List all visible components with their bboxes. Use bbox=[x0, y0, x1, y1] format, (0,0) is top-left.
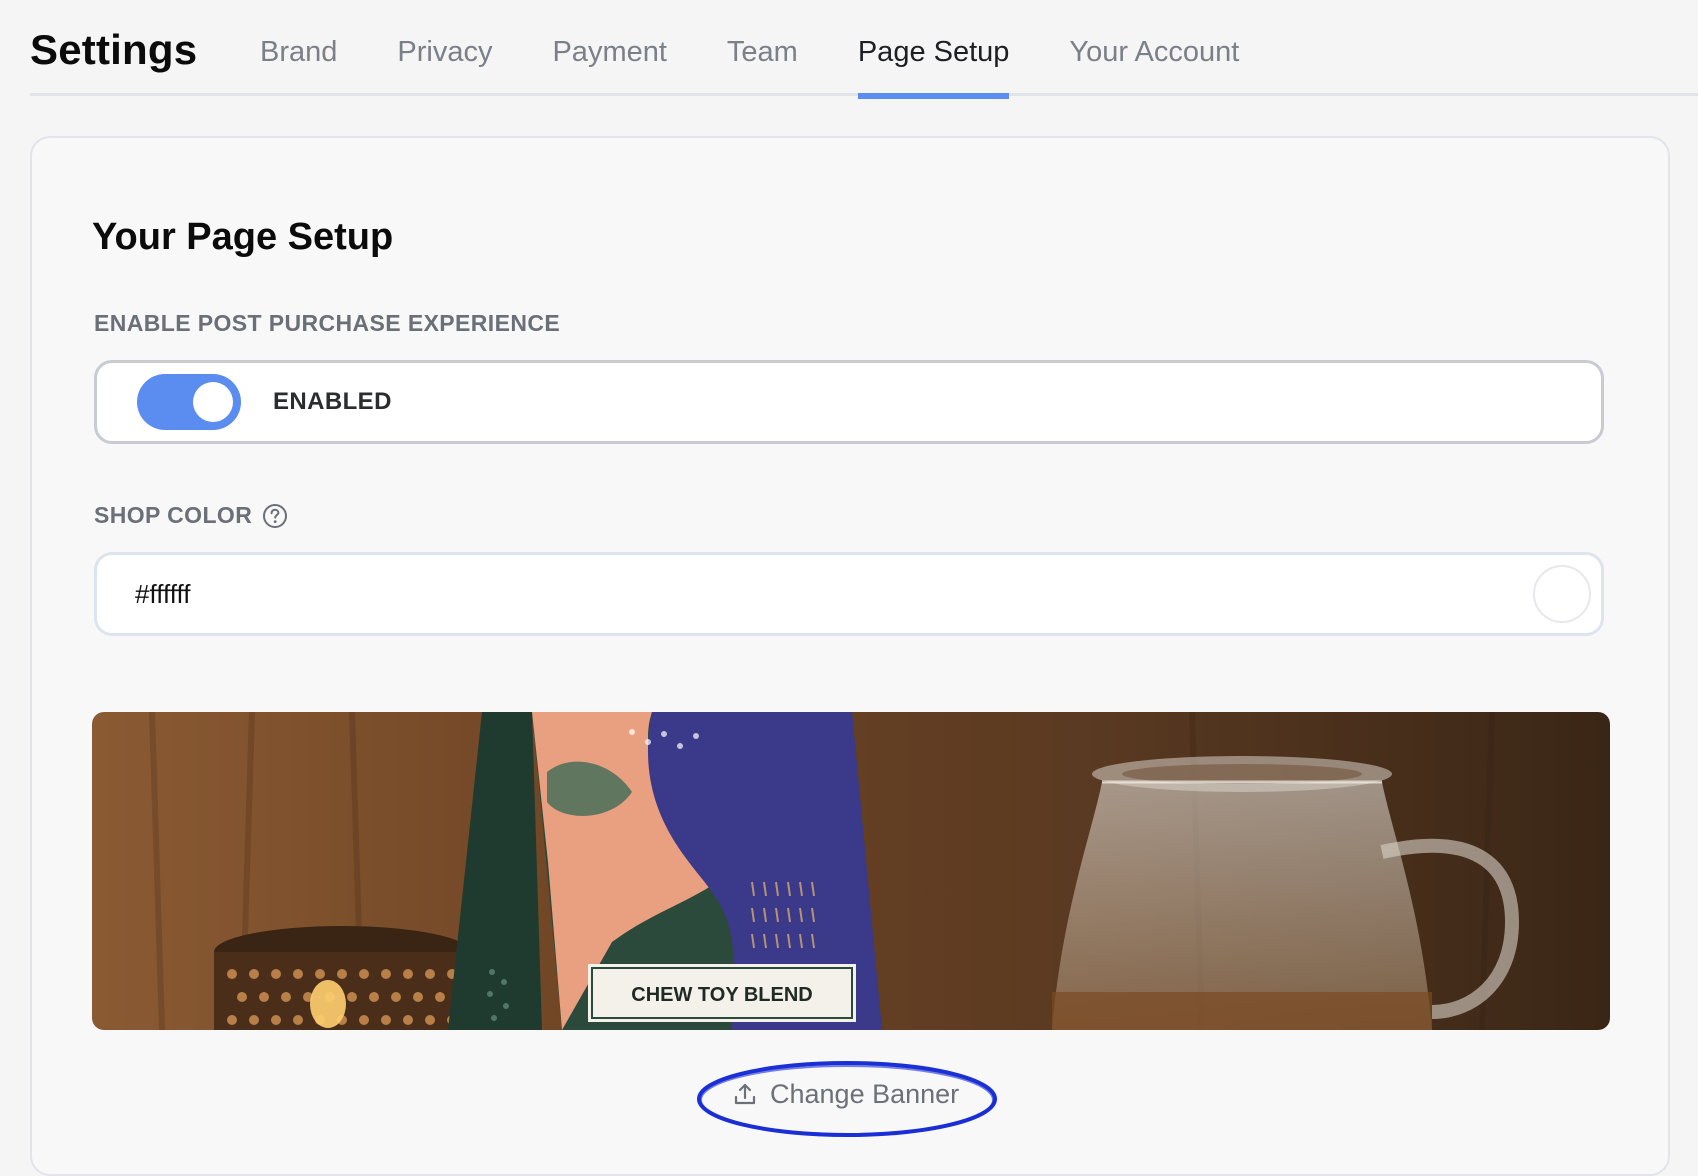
banner-package-label: CHEW TOY BLEND bbox=[631, 984, 813, 1006]
change-banner-button[interactable]: Change Banner bbox=[712, 1054, 979, 1134]
tab-brand[interactable]: Brand bbox=[260, 0, 337, 96]
shop-color-label: SHOP COLOR bbox=[94, 502, 288, 529]
settings-tabs: Brand Privacy Payment Team Page Setup Yo… bbox=[260, 0, 1239, 99]
card-title: Your Page Setup bbox=[92, 216, 394, 258]
shop-color-field bbox=[94, 552, 1604, 636]
page-setup-card: Your Page Setup ENABLE POST PURCHASE EXP… bbox=[30, 136, 1670, 1176]
banner-illustration: CHEW TOY BLEND bbox=[92, 712, 1610, 1030]
page-title: Settings bbox=[30, 26, 198, 73]
question-circle-icon[interactable] bbox=[262, 503, 288, 529]
post-purchase-label: ENABLE POST PURCHASE EXPERIENCE bbox=[94, 310, 560, 337]
settings-header: Settings Brand Privacy Payment Team Page… bbox=[30, 0, 1698, 99]
shop-color-input[interactable] bbox=[135, 573, 1435, 615]
tab-privacy[interactable]: Privacy bbox=[397, 0, 492, 96]
upload-icon bbox=[734, 1083, 756, 1105]
post-purchase-toggle-switch[interactable] bbox=[137, 374, 241, 430]
change-banner-label: Change Banner bbox=[770, 1078, 960, 1109]
tab-team[interactable]: Team bbox=[727, 0, 798, 96]
tab-your-account[interactable]: Your Account bbox=[1069, 0, 1239, 96]
tab-page-setup[interactable]: Page Setup bbox=[857, 0, 1009, 99]
banner-image: CHEW TOY BLEND bbox=[92, 712, 1610, 1030]
toggle-status-text: ENABLED bbox=[273, 388, 392, 415]
toggle-knob bbox=[193, 382, 233, 422]
shop-color-label-text: SHOP COLOR bbox=[94, 502, 253, 528]
post-purchase-toggle-field: ENABLED bbox=[94, 360, 1604, 444]
post-purchase-label-text: ENABLE POST PURCHASE EXPERIENCE bbox=[94, 310, 561, 336]
tab-payment[interactable]: Payment bbox=[552, 0, 666, 96]
color-swatch[interactable] bbox=[1533, 565, 1591, 623]
